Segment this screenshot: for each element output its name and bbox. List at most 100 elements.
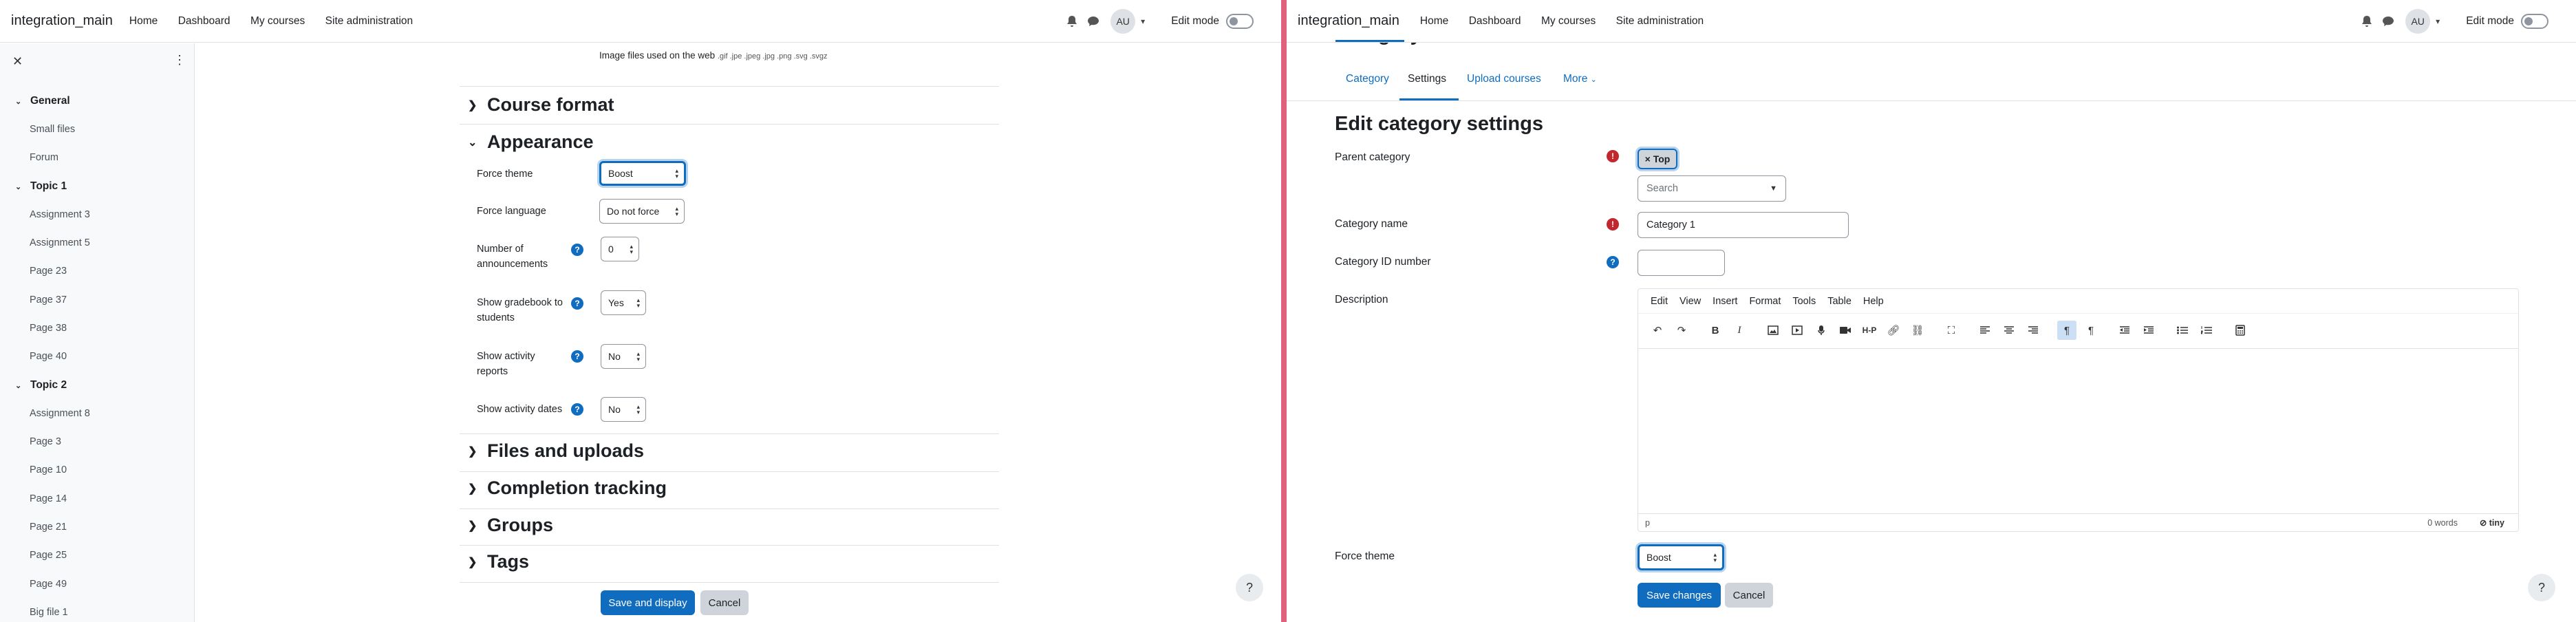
section-files-uploads[interactable]: ❯ Files and uploads xyxy=(468,440,644,462)
category-id-input[interactable] xyxy=(1638,250,1725,276)
help-icon[interactable]: ? xyxy=(571,403,583,416)
drawer-item[interactable]: Page 10 xyxy=(30,464,67,475)
menu-help[interactable]: Help xyxy=(1863,296,1884,307)
chevron-down-icon[interactable]: ⌄ xyxy=(468,136,487,149)
force-theme-select[interactable]: Boost ▴ ▾ xyxy=(599,161,686,186)
site-brand[interactable]: integration_main xyxy=(1298,13,1399,29)
cancel-button[interactable]: Cancel xyxy=(1725,583,1773,608)
save-and-display-button[interactable]: Save and display xyxy=(601,590,695,615)
help-button[interactable]: ? xyxy=(2528,574,2555,601)
drawer-item[interactable]: Small files xyxy=(30,124,75,135)
italic-icon[interactable]: I xyxy=(1730,321,1749,340)
unlink-icon[interactable]: ⛓︎ xyxy=(1908,321,1927,340)
close-icon[interactable]: ✕ xyxy=(12,54,23,69)
menu-table[interactable]: Table xyxy=(1827,296,1852,307)
section-completion-tracking[interactable]: ❯ Completion tracking xyxy=(468,478,667,499)
chevron-right-icon[interactable]: ❯ xyxy=(468,519,487,533)
indent-icon[interactable] xyxy=(2139,321,2158,340)
drawer-item[interactable]: Page 14 xyxy=(30,493,67,504)
video-camera-icon[interactable] xyxy=(1836,321,1855,340)
chevron-down-icon[interactable]: ⌄ xyxy=(15,182,30,191)
media-icon[interactable] xyxy=(1788,321,1807,340)
menu-view[interactable]: View xyxy=(1679,296,1701,307)
activity-dates-select[interactable]: No ▴ ▾ xyxy=(601,397,646,422)
menu-format[interactable]: Format xyxy=(1749,296,1781,307)
messages-icon[interactable] xyxy=(1087,16,1099,27)
kebab-menu-icon[interactable]: ⋮ xyxy=(173,53,186,67)
chevron-down-icon[interactable]: ⌄ xyxy=(15,381,30,390)
help-icon[interactable]: ? xyxy=(1607,256,1619,268)
help-button[interactable]: ? xyxy=(1236,574,1263,601)
menu-edit[interactable]: Edit xyxy=(1651,296,1668,307)
site-brand[interactable]: integration_main xyxy=(11,13,113,29)
help-icon[interactable]: ? xyxy=(571,350,583,363)
drawer-item[interactable]: Page 49 xyxy=(30,579,67,590)
calculator-icon[interactable] xyxy=(2231,321,2250,340)
image-icon[interactable] xyxy=(1763,321,1783,340)
drawer-item[interactable]: Assignment 8 xyxy=(30,408,90,419)
announcements-select[interactable]: 0 ▴ ▾ xyxy=(601,237,639,261)
chevron-down-icon[interactable]: ⌄ xyxy=(15,97,30,106)
nav-site-administration[interactable]: Site administration xyxy=(325,15,414,27)
edit-mode-toggle[interactable] xyxy=(1226,14,1254,29)
word-count[interactable]: 0 words xyxy=(2427,518,2458,528)
drawer-item[interactable]: Big file 1 xyxy=(30,607,68,618)
nav-home[interactable]: Home xyxy=(1420,15,1448,27)
parent-category-search[interactable]: Search ▼ xyxy=(1638,175,1786,202)
element-path[interactable]: p xyxy=(1645,518,1650,528)
h5p-icon[interactable]: H-P xyxy=(1860,321,1879,340)
activity-reports-select[interactable]: No ▴ ▾ xyxy=(601,344,646,369)
messages-icon[interactable] xyxy=(2382,16,2394,27)
undo-icon[interactable]: ↶ xyxy=(1648,321,1667,340)
align-left-icon[interactable] xyxy=(1975,321,1995,340)
nav-my-courses[interactable]: My courses xyxy=(250,15,305,27)
rtl-icon[interactable]: ¶ xyxy=(2081,321,2101,340)
section-tags[interactable]: ❯ Tags xyxy=(468,551,529,572)
nav-dashboard[interactable]: Dashboard xyxy=(1469,15,1521,27)
drawer-item[interactable]: Forum xyxy=(30,152,58,163)
drawer-section-general[interactable]: ⌄ General xyxy=(15,95,70,107)
help-icon[interactable]: ? xyxy=(571,244,583,256)
tab-more[interactable]: More ⌄ xyxy=(1563,73,1597,85)
drawer-item[interactable]: Page 21 xyxy=(30,522,67,533)
drawer-item[interactable]: Page 3 xyxy=(30,436,61,447)
nav-home[interactable]: Home xyxy=(129,15,158,27)
nav-dashboard[interactable]: Dashboard xyxy=(178,15,230,27)
bell-icon[interactable] xyxy=(2361,15,2372,28)
drawer-item[interactable]: Assignment 5 xyxy=(30,237,90,248)
drawer-item[interactable]: Page 25 xyxy=(30,550,67,561)
edit-mode-toggle[interactable] xyxy=(2521,14,2548,29)
chevron-right-icon[interactable]: ❯ xyxy=(468,444,487,458)
microphone-icon[interactable] xyxy=(1812,321,1831,340)
save-changes-button[interactable]: Save changes xyxy=(1638,583,1721,608)
fullscreen-icon[interactable]: ⛶ xyxy=(1942,321,1961,340)
help-icon[interactable]: ? xyxy=(571,297,583,310)
gradebook-select[interactable]: Yes ▴ ▾ xyxy=(601,290,646,315)
tab-category[interactable]: Category xyxy=(1346,73,1389,85)
drawer-item[interactable]: Page 40 xyxy=(30,351,67,362)
drawer-item[interactable]: Page 37 xyxy=(30,294,67,305)
align-center-icon[interactable] xyxy=(1999,321,2019,340)
cancel-button[interactable]: Cancel xyxy=(700,590,749,615)
user-avatar[interactable]: AU xyxy=(1110,9,1136,34)
user-avatar[interactable]: AU xyxy=(2405,9,2431,34)
numbered-list-icon[interactable] xyxy=(2197,321,2216,340)
drawer-section-topic-2[interactable]: ⌄ Topic 2 xyxy=(15,379,67,392)
force-theme-select[interactable]: Boost ▴ ▾ xyxy=(1638,544,1724,570)
tab-upload-courses[interactable]: Upload courses xyxy=(1467,73,1541,85)
ltr-icon[interactable]: ¶ xyxy=(2057,321,2076,340)
drawer-item[interactable]: Page 23 xyxy=(30,266,67,277)
chevron-right-icon[interactable]: ❯ xyxy=(468,482,487,495)
bullet-list-icon[interactable] xyxy=(2173,321,2192,340)
drawer-section-topic-1[interactable]: ⌄ Topic 1 xyxy=(15,180,67,193)
section-course-format[interactable]: ❯ Course format xyxy=(468,94,614,116)
category-name-input[interactable]: Category 1 xyxy=(1638,212,1849,238)
chevron-down-icon[interactable]: ▾ xyxy=(2436,17,2440,26)
drawer-item[interactable]: Page 38 xyxy=(30,323,67,334)
section-appearance[interactable]: ⌄ Appearance xyxy=(468,131,594,153)
chevron-right-icon[interactable]: ❯ xyxy=(468,98,487,112)
nav-my-courses[interactable]: My courses xyxy=(1541,15,1596,27)
menu-insert[interactable]: Insert xyxy=(1713,296,1737,307)
force-language-select[interactable]: Do not force ▴ ▾ xyxy=(599,199,685,224)
nav-site-administration[interactable]: Site administration xyxy=(1616,15,1704,27)
